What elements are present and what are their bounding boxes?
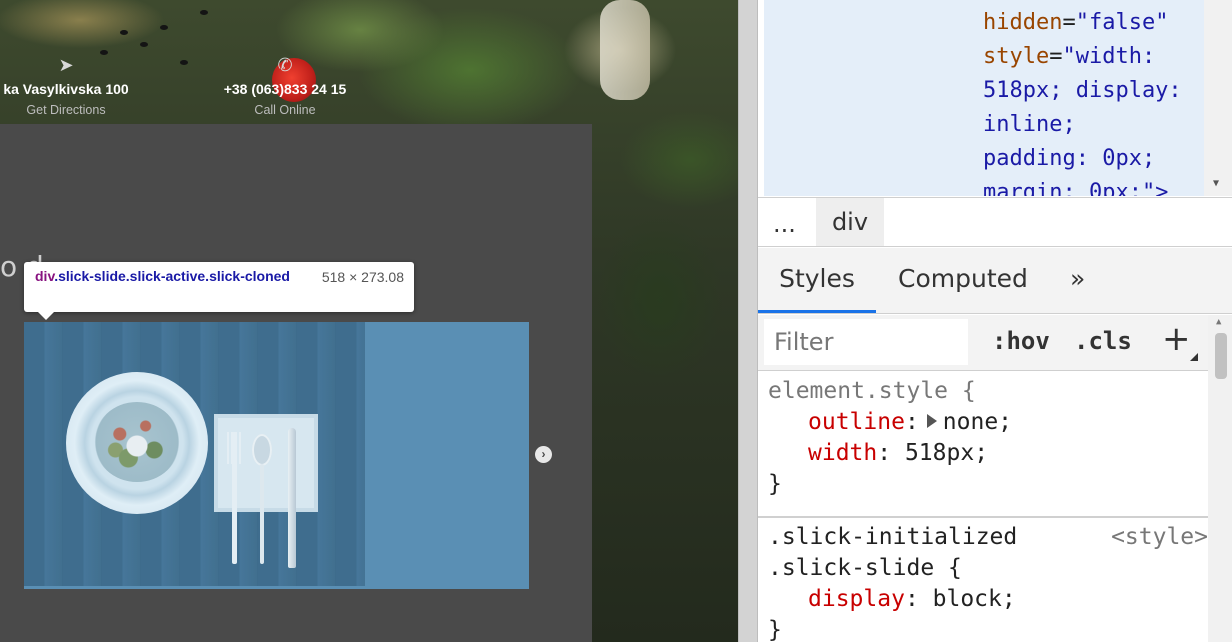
rule-divider xyxy=(758,516,1208,518)
dom-attr-eq: = xyxy=(1049,44,1063,69)
breadcrumb-more[interactable]: ... xyxy=(773,210,796,238)
devtools-tabs: Styles Computed » xyxy=(758,248,1232,314)
tooltip-tag: div xyxy=(35,268,55,284)
website-viewport: ➤ ka Vasylkivska 100 Get Directions ✆ +3… xyxy=(0,0,738,642)
filter-input[interactable] xyxy=(764,319,968,365)
tooltip-size: 518 × 273.08 xyxy=(321,269,404,285)
dom-attr-name: hidden xyxy=(983,10,1063,35)
property-value[interactable]: 518px; xyxy=(905,440,988,466)
styles-pane: element.style { outline: none; width: 518… xyxy=(758,372,1208,642)
address-block[interactable]: ➤ ka Vasylkivska 100 Get Directions xyxy=(0,55,136,117)
dom-attr-value: "width: xyxy=(1062,44,1156,69)
dom-tree-view[interactable]: hidden="false" style="width: 518px; disp… xyxy=(764,0,1204,196)
rule-selector: .slick-initialized <style> xyxy=(758,522,1208,553)
rule-close-brace: } xyxy=(768,617,782,642)
tab-computed[interactable]: Computed xyxy=(898,248,1028,313)
panel-resize-divider[interactable] xyxy=(738,0,758,642)
property-value[interactable]: block; xyxy=(933,586,1016,612)
dom-line[interactable]: hidden="false" xyxy=(983,6,1168,40)
css-rule-element-style: element.style { outline: none; width: 518… xyxy=(758,376,1208,500)
dom-scrollbar[interactable]: ▼ xyxy=(1204,0,1232,196)
tooltip-element-name: div.slick-slide.slick-active.slick-clone… xyxy=(35,268,295,285)
navigation-arrow-icon: ➤ xyxy=(58,55,74,75)
rule-selector-line1: .slick-initialized xyxy=(768,524,1018,550)
phone-icon: ✆ xyxy=(277,55,293,75)
element-inspect-tooltip: div.slick-slide.slick-active.slick-clone… xyxy=(24,262,414,320)
class-toggle[interactable]: .cls xyxy=(1074,327,1132,355)
styles-toolbar: :hov .cls + xyxy=(758,315,1232,371)
hover-state-toggle[interactable]: :hov xyxy=(992,327,1050,355)
property-value[interactable]: none; xyxy=(943,409,1012,435)
expand-triangle-icon[interactable] xyxy=(926,414,937,428)
rule-close-brace: } xyxy=(768,471,782,497)
dom-attr-name: style xyxy=(983,44,1050,69)
breadcrumb: ... div xyxy=(758,197,1232,247)
seed-decoration xyxy=(140,42,148,47)
seed-decoration xyxy=(160,25,168,30)
salad-image xyxy=(94,402,180,482)
css-rule-slick-slide: .slick-initialized <style> .slick-slide {… xyxy=(758,522,1208,642)
spoon-handle xyxy=(260,464,264,564)
fork-handle xyxy=(232,432,237,564)
phone-block[interactable]: ✆ +38 (063)833 24 15 Call Online xyxy=(212,55,358,117)
property-name[interactable]: width xyxy=(808,440,877,466)
scroll-up-icon[interactable]: ▲ xyxy=(1216,317,1221,327)
seed-decoration xyxy=(180,60,188,65)
get-directions-link[interactable]: Get Directions xyxy=(0,103,136,117)
css-property[interactable]: width: 518px; xyxy=(758,438,1208,469)
dom-line[interactable]: 518px; display: xyxy=(983,74,1182,108)
slide-image[interactable] xyxy=(24,322,365,586)
scrollbar-thumb[interactable] xyxy=(1215,333,1227,379)
dom-line[interactable]: inline; xyxy=(983,108,1076,142)
food-background-image xyxy=(600,0,650,100)
devtools-panel: hidden="false" style="width: 518px; disp… xyxy=(758,0,1232,642)
dom-line[interactable]: margin: 0px;"> xyxy=(983,176,1168,196)
seed-decoration xyxy=(200,10,208,15)
knife-image xyxy=(288,428,296,568)
property-name[interactable]: outline xyxy=(808,409,905,435)
styles-scrollbar[interactable]: ▲ xyxy=(1208,315,1232,642)
spoon-image xyxy=(252,434,272,466)
scroll-down-icon[interactable]: ▼ xyxy=(1213,178,1219,189)
tooltip-classes: .slick-slide.slick-active.slick-cloned xyxy=(54,268,290,284)
dom-attr-eq: = xyxy=(1062,10,1076,35)
new-rule-menu-icon[interactable] xyxy=(1190,353,1198,361)
slider-next-arrow-icon[interactable]: › xyxy=(535,446,552,463)
rule-source-link[interactable]: <style> xyxy=(1111,522,1208,553)
css-property[interactable]: outline: none; xyxy=(758,407,1208,438)
css-property[interactable]: display: block; xyxy=(758,584,1208,615)
address-text: ka Vasylkivska 100 xyxy=(3,81,129,97)
dom-line[interactable]: padding: 0px; xyxy=(983,142,1155,176)
breadcrumb-item-div[interactable]: div xyxy=(816,198,884,246)
property-name[interactable]: display xyxy=(808,586,905,612)
tab-styles[interactable]: Styles xyxy=(758,248,876,313)
dom-attr-value: "false" xyxy=(1075,10,1169,35)
more-tabs-icon[interactable]: » xyxy=(1070,248,1085,313)
rule-selector: element.style { xyxy=(768,378,976,404)
phone-number: +38 (063)833 24 15 xyxy=(223,81,347,97)
call-online-link[interactable]: Call Online xyxy=(212,103,358,117)
rule-selector-line2: .slick-slide { xyxy=(768,555,962,581)
seed-decoration xyxy=(120,30,128,35)
dom-line[interactable]: style="width: xyxy=(983,40,1155,74)
new-rule-icon[interactable]: + xyxy=(1162,319,1191,359)
